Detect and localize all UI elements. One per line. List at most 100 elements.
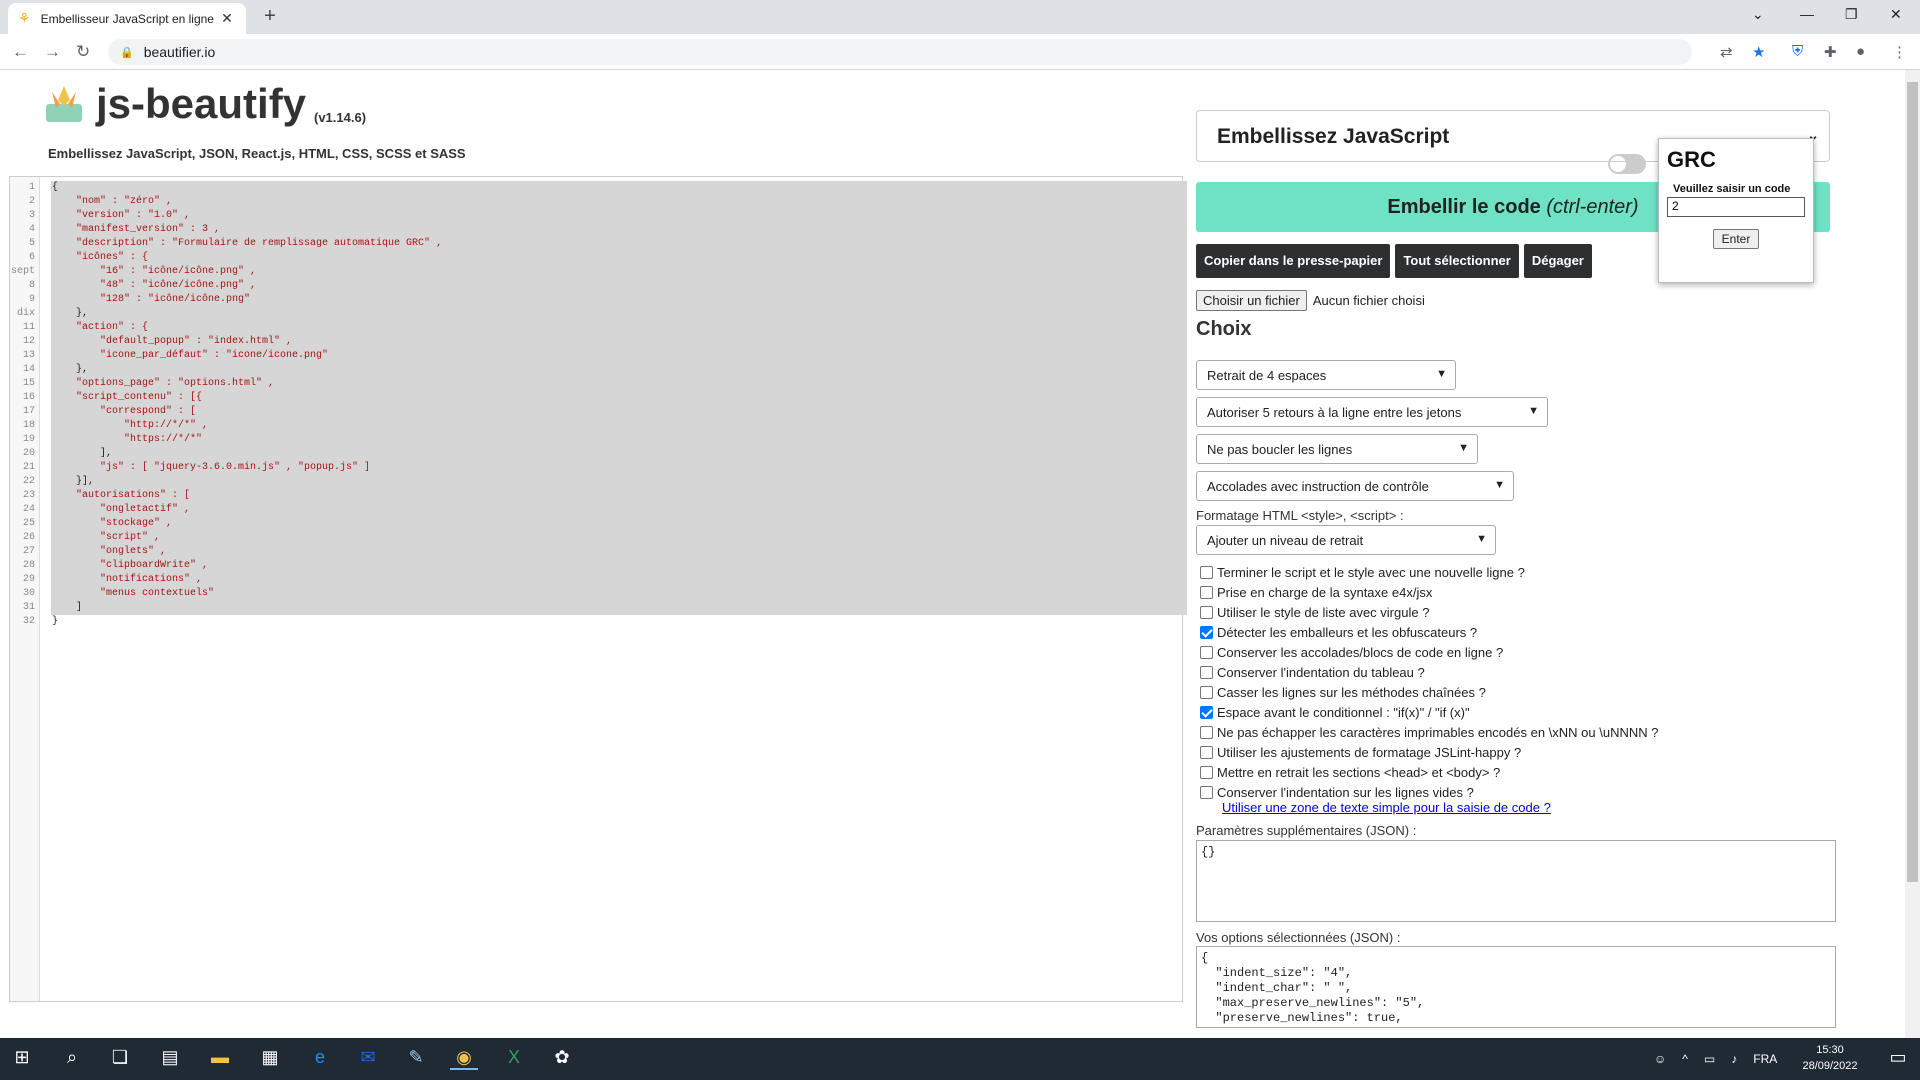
line-number: 15 [22,378,35,389]
tray-chevron-icon[interactable]: ^ [1682,1052,1688,1066]
checkbox-label: Prise en charge de la syntaxe e4x/jsx [1217,585,1433,600]
close-window-icon[interactable]: ✕ [1890,6,1902,23]
line-number: 12 [22,336,35,347]
clock[interactable]: 15:30 28/09/2022 [1790,1042,1870,1074]
tab-search-icon[interactable]: ⌄ [1752,6,1764,23]
braces-select[interactable]: Accolades avec instruction de contrôle ▼ [1196,471,1514,501]
select-all-button[interactable]: Tout sélectionner [1395,244,1519,278]
code-text[interactable]: { "nom" : "zéro" , "version" : "1.0" , "… [52,181,442,629]
bookmark-star-icon[interactable]: ★ [1752,43,1765,61]
enter-button[interactable]: Enter [1713,229,1759,249]
plain-textarea-link[interactable]: Utiliser une zone de texte simple pour l… [1222,800,1551,815]
paint-icon[interactable]: ✿ [548,1047,576,1068]
option-checkbox-row[interactable]: Conserver les accolades/blocs de code en… [1200,645,1503,660]
notepad-icon[interactable]: ▤ [156,1047,184,1068]
search-icon[interactable]: ⌕ [58,1047,86,1068]
copy-to-clipboard-button[interactable]: Copier dans le presse-papier [1196,244,1391,278]
code-line: "icônes" : { [52,252,149,263]
code-line: "options_page" : "options.html" , [52,378,275,389]
option-checkbox-row[interactable]: Utiliser les ajustements de formatage JS… [1200,745,1521,760]
newlines-select[interactable]: Autoriser 5 retours à la ligne entre les… [1196,397,1548,427]
extra-params-textarea[interactable]: {} [1196,840,1836,922]
option-checkbox-row[interactable]: Espace avant le conditionnel : "if(x)" /… [1200,705,1470,720]
line-number: 6 [28,252,35,263]
windows-start-icon[interactable]: ⊞ [8,1047,36,1068]
wrap-select[interactable]: Ne pas boucler les lignes ▼ [1196,434,1478,464]
checkbox-checked[interactable] [1200,706,1213,719]
internet-explorer-icon[interactable]: e [306,1047,334,1068]
option-checkbox-row[interactable]: Mettre en retrait les sections <head> et… [1200,765,1500,780]
option-checkbox-row[interactable]: Détecter les emballeurs et les obfuscate… [1200,625,1477,640]
chrome-icon[interactable]: ◉ [450,1047,478,1070]
line-number: 3 [28,210,35,221]
checkbox-unchecked[interactable] [1200,586,1213,599]
option-checkbox-row[interactable]: Conserver l'indentation sur les lignes v… [1200,785,1474,800]
checkbox-unchecked[interactable] [1200,666,1213,679]
back-icon[interactable]: ← [12,42,29,62]
checkbox-unchecked[interactable] [1200,566,1213,579]
code-input[interactable]: 2 [1667,197,1805,217]
extension-shield-icon[interactable]: ⛨ [1792,43,1803,60]
tab-close-icon[interactable]: ✕ [218,10,236,27]
profile-avatar-icon[interactable]: ● [1856,43,1865,60]
clock-time: 15:30 [1816,1044,1844,1056]
option-checkbox-row[interactable]: Utiliser le style de liste avec virgule … [1200,605,1429,620]
checkbox-unchecked[interactable] [1200,646,1213,659]
checkbox-unchecked[interactable] [1200,766,1213,779]
code-line: "ongletactif" , [52,504,191,515]
option-checkbox-row[interactable]: Terminer le script et le style avec une … [1200,565,1525,580]
checkbox-unchecked[interactable] [1200,786,1213,799]
language-select-value: Embellissez JavaScript [1217,125,1450,148]
minimize-icon[interactable]: — [1800,6,1814,22]
code-line: "notifications" , [52,574,203,585]
task-view-icon[interactable]: ❏ [106,1047,134,1068]
url-bar[interactable]: 🔒 beautifier.io [108,39,1692,65]
language-indicator[interactable]: FRA [1753,1052,1777,1066]
forward-icon[interactable]: → [44,42,61,62]
notes-app-icon[interactable]: ✎ [402,1047,430,1068]
option-checkbox-row[interactable]: Conserver l'indentation du tableau ? [1200,665,1425,680]
reload-icon[interactable]: ↻ [76,42,90,62]
wrap-select-value: Ne pas boucler les lignes [1207,442,1353,457]
indent-select-value: Retrait de 4 espaces [1207,368,1327,383]
checkbox-unchecked[interactable] [1200,606,1213,619]
outlook-icon[interactable]: ✉ [354,1047,382,1068]
network-icon[interactable]: ▭ [1704,1052,1715,1066]
choose-file-button[interactable]: Choisir un fichier [1196,290,1307,311]
indent-select[interactable]: Retrait de 4 espaces ▼ [1196,360,1456,390]
option-checkbox-row[interactable]: Prise en charge de la syntaxe e4x/jsx [1200,585,1432,600]
line-number: 31 [22,602,35,613]
checkbox-label: Espace avant le conditionnel : "if(x)" /… [1217,705,1470,720]
checkbox-unchecked[interactable] [1200,726,1213,739]
selected-options-textarea[interactable]: { "indent_size": "4", "indent_char": " "… [1196,946,1836,1028]
extensions-puzzle-icon[interactable]: ✚ [1824,43,1837,61]
code-editor[interactable]: 1 2 3 4 5 6 sept 8 9 dix 11 12 13 14 15 16 17 18 19 20 21 22 2… [9,176,1187,1002]
calculator-icon[interactable]: ▦ [256,1047,284,1068]
notifications-icon[interactable]: ▭ [1884,1047,1912,1068]
dropdown-icon: ▼ [1458,442,1469,454]
checkbox-unchecked[interactable] [1200,746,1213,759]
new-tab-button[interactable]: + [258,5,282,28]
people-icon[interactable]: ☺ [1654,1052,1666,1066]
excel-icon[interactable]: X [500,1047,528,1068]
html-indent-select[interactable]: Ajouter un niveau de retrait ▼ [1196,525,1496,555]
favicon-icon: ⚘ [18,10,31,26]
checkbox-unchecked[interactable] [1200,686,1213,699]
clear-button[interactable]: Dégager [1523,244,1592,278]
menu-dots-icon[interactable]: ⋮ [1892,43,1907,61]
scrollbar-thumb[interactable] [1907,82,1918,882]
file-explorer-icon[interactable]: ▬ [206,1047,234,1068]
restore-icon[interactable]: ❐ [1845,6,1858,23]
checkbox-label: Conserver l'indentation du tableau ? [1217,665,1425,680]
line-number: 29 [22,574,35,585]
html-format-label: Formatage HTML <style>, <script> : [1196,508,1404,523]
option-checkbox-row[interactable]: Casser les lignes sur les méthodes chaîn… [1200,685,1486,700]
volume-icon[interactable]: ♪ [1731,1052,1737,1066]
page-scrollbar[interactable] [1905,70,1920,1038]
options-heading: Choix [1196,318,1252,340]
file-status: Aucun fichier choisi [1312,293,1425,308]
checkbox-checked[interactable] [1200,626,1213,639]
option-checkbox-row[interactable]: Ne pas échapper les caractères imprimabl… [1200,725,1658,740]
translate-icon[interactable]: ⇄ [1720,43,1733,61]
browser-tab[interactable]: ⚘ Embellisseur JavaScript en ligne ✕ [8,3,246,34]
